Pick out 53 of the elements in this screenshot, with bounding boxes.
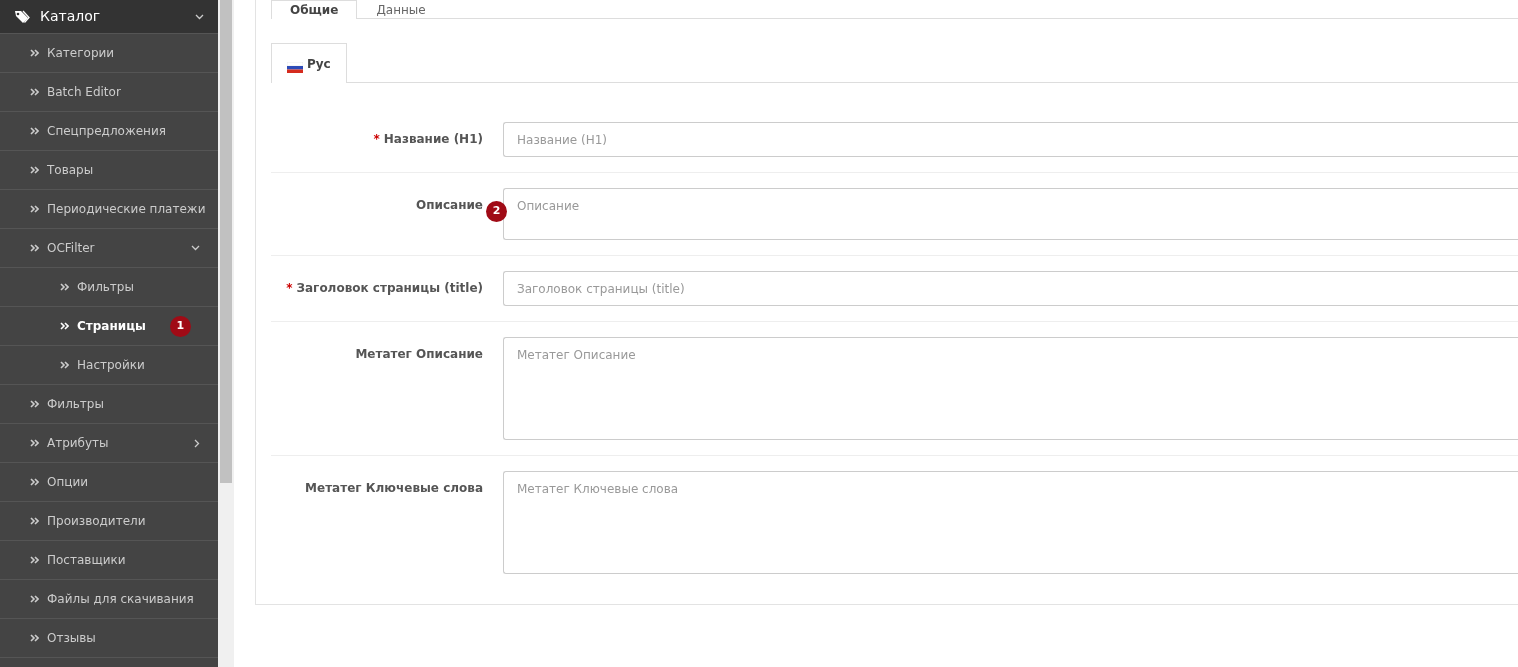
- chevron-icon: [30, 205, 39, 213]
- menu-item[interactable]: Страницы 1: [0, 307, 218, 346]
- menu-item-label: Опции: [47, 474, 89, 491]
- input-field[interactable]: Заголовок страницы (title): [503, 271, 1518, 306]
- required-mark: *: [373, 131, 380, 148]
- chevron-icon: [30, 166, 39, 174]
- menu-item-label: Товары: [47, 162, 94, 179]
- sidebar-header[interactable]: Каталог: [0, 0, 218, 34]
- field-label: Название (H1): [383, 131, 483, 148]
- menu-item-label: Спецпредложения: [47, 123, 166, 140]
- chevron-icon: [30, 400, 39, 408]
- required-mark: *: [286, 280, 293, 297]
- chevron-icon: [30, 439, 39, 447]
- text-area[interactable]: Метатег Описание: [503, 337, 1518, 440]
- chevron-icon: [30, 127, 39, 135]
- tab[interactable]: Данные: [357, 0, 445, 18]
- field-label: Описание: [416, 197, 483, 214]
- tag-icon: [14, 9, 30, 24]
- menu-item-label: Атрибуты: [47, 435, 109, 452]
- chevron-icon: [30, 88, 39, 96]
- menu-item-label: OCFilter: [47, 240, 95, 257]
- chevron-icon: [60, 283, 69, 291]
- field-label: Метатег Описание: [355, 346, 483, 363]
- input-field[interactable]: Название (H1): [503, 122, 1518, 157]
- menu-item-label: Периодические платежи: [47, 201, 206, 218]
- menu-item-label: Отзывы: [47, 630, 96, 647]
- chevron-icon: [30, 478, 39, 486]
- menu-item-label: Категории: [47, 45, 115, 62]
- menu-item-label: Поставщики: [47, 552, 126, 569]
- menu-item-label: Настройки: [77, 357, 145, 374]
- chevron-icon: [30, 49, 39, 57]
- menu-item-label: Страницы: [77, 318, 146, 335]
- chevron-icon: [30, 595, 39, 603]
- chevron-icon: [30, 634, 39, 642]
- menu-item-label: Фильтры: [47, 396, 104, 413]
- menu-item-label: Фильтры: [77, 279, 134, 296]
- chevron-icon: [30, 556, 39, 564]
- text-area[interactable]: Метатег Ключевые слова: [503, 471, 1518, 574]
- number-badge: 1: [169, 315, 191, 337]
- field-label: Метатег Ключевые слова: [305, 480, 483, 497]
- chevron-icon: [30, 244, 39, 252]
- tab[interactable]: Общие: [271, 0, 358, 19]
- scrollbar-thumb[interactable]: [220, 0, 232, 483]
- chevron-icon: [30, 517, 39, 525]
- menu-item-label: Производители: [47, 513, 146, 530]
- chevron-icon: [60, 322, 69, 330]
- menu-title: Каталог: [40, 7, 101, 26]
- field-label: Заголовок страницы (title): [296, 280, 483, 297]
- text-area[interactable]: Описание: [503, 188, 1518, 240]
- menu-item-label: Файлы для скачивания: [47, 591, 194, 608]
- menu-item-label: Batch Editor: [47, 84, 121, 101]
- number-badge: 2: [486, 201, 507, 222]
- chevron-icon: [60, 361, 69, 369]
